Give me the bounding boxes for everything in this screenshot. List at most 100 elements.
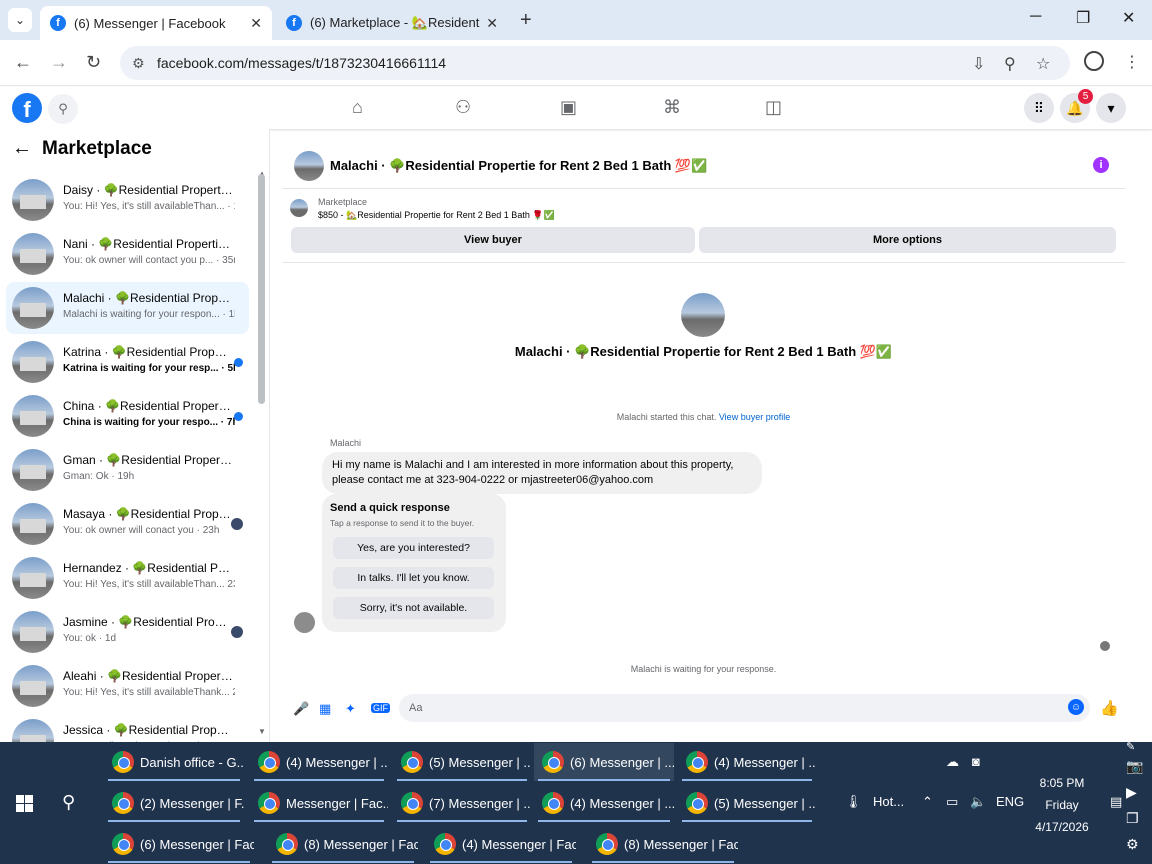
maximize-button[interactable]: ❐ bbox=[1076, 8, 1090, 28]
home-icon[interactable]: ⌂ bbox=[352, 97, 363, 118]
account-dropdown-icon[interactable]: ▾ bbox=[1096, 93, 1126, 123]
network-icon[interactable]: ▭ bbox=[946, 794, 958, 810]
tab-close-icon[interactable]: ✕ bbox=[486, 15, 498, 32]
quick-reply-in-talks[interactable]: In talks. I'll let you know. bbox=[333, 567, 494, 589]
conversation-avatar bbox=[12, 503, 54, 545]
microphone-icon[interactable]: 🎤 bbox=[293, 701, 309, 717]
video-icon[interactable]: ▶ bbox=[1126, 784, 1137, 801]
scrollbar-thumb[interactable] bbox=[258, 174, 265, 404]
install-app-icon[interactable]: ⇩ bbox=[972, 54, 985, 74]
weather-icon[interactable]: 🌡 bbox=[845, 794, 862, 810]
back-arrow-icon[interactable]: ← bbox=[12, 137, 32, 160]
gif-icon[interactable]: GIF bbox=[371, 703, 390, 713]
taskbar-chrome-window[interactable]: (4) Messenger | ... bbox=[250, 743, 388, 781]
chrome-icon bbox=[401, 792, 423, 814]
browser-menu-icon[interactable]: ⋮ bbox=[1124, 52, 1140, 72]
taskbar-chrome-window[interactable]: Messenger | Fac... bbox=[250, 784, 388, 822]
facebook-favicon-icon: f bbox=[286, 15, 302, 31]
watch-icon[interactable]: ▣ bbox=[560, 97, 577, 118]
meet-now-icon[interactable]: ◙ bbox=[972, 754, 980, 769]
taskbar-search-icon[interactable]: ⚲ bbox=[62, 792, 75, 813]
menu-grid-icon[interactable]: ⠿ bbox=[1024, 93, 1054, 123]
taskbar-chrome-window[interactable]: (6) Messenger | Fac... bbox=[104, 825, 254, 863]
back-button[interactable]: ← bbox=[14, 52, 32, 73]
quick-reply-not-available[interactable]: Sorry, it's not available. bbox=[333, 597, 494, 619]
conversation-name: Nani · 🌳Residential Propertie for Rent bbox=[63, 237, 233, 251]
emoji-icon[interactable]: ☺ bbox=[1068, 699, 1084, 715]
conversation-item[interactable]: Masaya · 🌳Residential Propertie for Rent… bbox=[6, 498, 249, 550]
listing-thumbnail[interactable] bbox=[290, 199, 308, 217]
taskbar-window-title: (5) Messenger | ... bbox=[714, 795, 816, 811]
conversation-item[interactable]: China · 🌳Residential Propertie for Rent C… bbox=[6, 390, 249, 442]
taskbar-chrome-window[interactable]: (6) Messenger | ... bbox=[534, 743, 674, 781]
message-input[interactable]: Aa ☺ bbox=[399, 694, 1090, 722]
profile-avatar[interactable] bbox=[681, 293, 725, 337]
conversation-name: Jasmine · 🌳Residential Propertie for Ren… bbox=[63, 615, 233, 629]
taskbar-chrome-window[interactable]: (7) Messenger | ... bbox=[393, 784, 531, 822]
taskbar-chrome-window[interactable]: (5) Messenger | ... bbox=[678, 784, 816, 822]
conversation-item[interactable]: Jessica · 🌳Residential Propertie for Ren… bbox=[6, 714, 249, 742]
more-options-button[interactable]: More options bbox=[699, 227, 1116, 253]
tab-marketplace[interactable]: f (6) Marketplace - 🏡Residential ✕ bbox=[276, 6, 508, 40]
taskbar-chrome-window[interactable]: (8) Messenger | Fac... bbox=[268, 825, 418, 863]
minimize-button[interactable]: ─ bbox=[1030, 8, 1041, 26]
zoom-icon[interactable]: ⚲ bbox=[1004, 54, 1016, 74]
conversation-item[interactable]: Hernandez · 🌳Residential Propertie for R… bbox=[6, 552, 249, 604]
photo-icon[interactable]: ▦ bbox=[319, 701, 331, 717]
camera-icon[interactable]: 📷 bbox=[1126, 758, 1143, 775]
listing-title[interactable]: $850 - 🏡Residential Propertie for Rent 2… bbox=[318, 210, 555, 221]
chevron-up-icon[interactable]: ⌃ bbox=[922, 794, 933, 810]
quick-reply-interested[interactable]: Yes, are you interested? bbox=[333, 537, 494, 559]
taskbar-chrome-window[interactable]: (5) Messenger | ... bbox=[393, 743, 531, 781]
url-text[interactable]: facebook.com/messages/t/1873230416661114 bbox=[157, 55, 446, 71]
clock[interactable]: 8:05 PM Friday 4/17/2026 bbox=[1012, 772, 1112, 838]
sticker-icon[interactable]: ✦ bbox=[345, 701, 356, 717]
new-tab-button[interactable]: + bbox=[520, 9, 532, 32]
view-buyer-button[interactable]: View buyer bbox=[291, 227, 695, 253]
taskbar-chrome-window[interactable]: (4) Messenger | ... bbox=[534, 784, 674, 822]
taskbar-chrome-window[interactable]: (8) Messenger | Fac... bbox=[588, 825, 738, 863]
conversation-item[interactable]: Jasmine · 🌳Residential Propertie for Ren… bbox=[6, 606, 249, 658]
search-icon[interactable]: ⚲ bbox=[48, 94, 78, 124]
bookmark-star-icon[interactable]: ☆ bbox=[1036, 54, 1050, 74]
taskbar-chrome-window[interactable]: (4) Messenger | ... bbox=[678, 743, 816, 781]
info-icon[interactable]: i bbox=[1093, 157, 1109, 173]
profile-icon[interactable] bbox=[1084, 51, 1104, 71]
forward-button[interactable]: → bbox=[50, 52, 68, 73]
conversation-item[interactable]: Katrina · 🌳Residential Propertie for Ren… bbox=[6, 336, 249, 388]
divider bbox=[282, 262, 1125, 263]
close-window-button[interactable]: ✕ bbox=[1122, 8, 1135, 28]
volume-icon[interactable]: 🔈 bbox=[970, 794, 986, 810]
gaming-icon[interactable]: ◫ bbox=[765, 97, 782, 118]
taskbar-chrome-window[interactable]: (2) Messenger | F... bbox=[104, 784, 244, 822]
conversation-item[interactable]: Malachi · 🌳Residential Propertie for Ren… bbox=[6, 282, 249, 334]
conversation-item[interactable]: Nani · 🌳Residential Propertie for Rent Yo… bbox=[6, 228, 249, 280]
tab-close-icon[interactable]: ✕ bbox=[250, 15, 262, 32]
taskbar-chrome-window[interactable]: Danish office - G... bbox=[104, 743, 244, 781]
pen-icon[interactable]: ✎ bbox=[1126, 740, 1135, 753]
tab-messenger[interactable]: f (6) Messenger | Facebook ✕ bbox=[40, 6, 272, 40]
windows-icon[interactable]: ❐ bbox=[1126, 810, 1139, 827]
omnibox[interactable]: ⚙ facebook.com/messages/t/18732304166611… bbox=[120, 46, 1070, 80]
site-info-icon[interactable]: ⚙ bbox=[132, 55, 145, 72]
taskbar-chrome-window[interactable]: (4) Messenger | Fac... bbox=[426, 825, 576, 863]
sender-avatar bbox=[294, 612, 315, 633]
conversation-item[interactable]: Daisy · 🌳Residential Propertie for Rent Y… bbox=[6, 174, 249, 226]
conversation-item[interactable]: Gman · 🌳Residential Propertie for Rent Gm… bbox=[6, 444, 249, 496]
conversation-item[interactable]: Aleahi · 🌳Residential Propertie for Rent… bbox=[6, 660, 249, 712]
scroll-down-arrow-icon[interactable]: ▼ bbox=[258, 727, 266, 736]
chat-avatar[interactable] bbox=[294, 151, 324, 181]
settings-gear-icon[interactable]: ⚙ bbox=[1126, 836, 1139, 853]
facebook-logo[interactable]: f bbox=[12, 93, 42, 123]
friends-icon[interactable]: ⚇ bbox=[455, 97, 471, 118]
marketplace-icon[interactable]: ⌘ bbox=[663, 97, 681, 118]
weather-text[interactable]: Hot... bbox=[873, 794, 904, 809]
cloud-icon[interactable]: ☁ bbox=[946, 754, 959, 770]
view-buyer-profile-link[interactable]: View buyer profile bbox=[719, 412, 790, 422]
tab-search-menu-button[interactable]: ⌄ bbox=[8, 8, 32, 32]
notifications-center-icon[interactable]: ▤ bbox=[1110, 794, 1122, 810]
like-thumb-icon[interactable]: 👍 bbox=[1100, 699, 1119, 717]
chat-title[interactable]: Malachi · 🌳Residential Propertie for Ren… bbox=[330, 158, 707, 174]
reload-button[interactable]: ↻ bbox=[86, 52, 101, 73]
windows-start-icon[interactable] bbox=[16, 795, 33, 812]
